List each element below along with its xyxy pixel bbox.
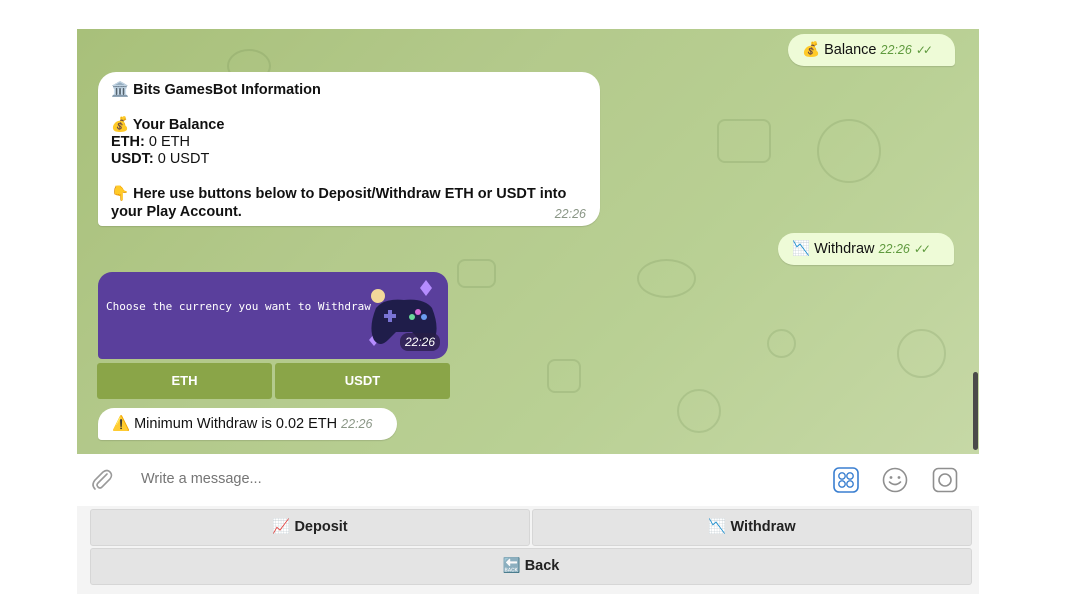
camera-record-icon[interactable] — [932, 467, 958, 493]
message-composer — [77, 454, 979, 506]
double-check-icon: ✓✓ — [913, 242, 931, 256]
back-label: Back — [524, 558, 560, 574]
outgoing-message-balance: 💰 Balance 22:26 ✓✓ — [788, 34, 955, 66]
doodle-pattern — [637, 259, 696, 298]
hint-text-line1: Here use buttons below to Deposit/Withdr… — [133, 186, 567, 202]
back-arrow-icon: 🔙 — [502, 558, 521, 574]
hint-text-line2: your Play Account. — [111, 204, 242, 220]
doodle-pattern — [767, 329, 796, 358]
eth-label: ETH: — [111, 134, 145, 150]
bot-keyboard-icon[interactable] — [833, 467, 859, 493]
deposit-button[interactable]: 📈 Deposit — [90, 509, 530, 546]
usdt-value: 0 USDT — [157, 151, 210, 167]
balance-heading: Your Balance — [132, 117, 225, 133]
bot-info-message: 🏛️ Bits GamesBot Information 💰 Your Bala… — [98, 72, 600, 226]
chart-up-icon: 📈 — [272, 519, 291, 535]
moneybag-icon: 💰 — [802, 42, 821, 58]
doodle-pattern — [677, 389, 721, 433]
currency-choice-card: Choose the currency you want to Withdraw… — [98, 272, 448, 359]
withdraw-button[interactable]: 📉 Withdraw — [532, 509, 972, 546]
card-caption: Choose the currency you want to Withdraw — [106, 300, 371, 313]
doodle-pattern — [457, 259, 496, 288]
doodle-pattern — [547, 359, 581, 393]
back-button[interactable]: 🔙 Back — [90, 548, 972, 585]
message-text: Minimum Withdraw is 0.02 ETH — [134, 416, 338, 432]
inline-button-usdt[interactable]: USDT — [275, 363, 450, 399]
usdt-label: USDT: — [111, 151, 154, 167]
message-time: 22:26 — [878, 242, 910, 256]
doodle-pattern — [817, 119, 881, 183]
warning-icon: ⚠️ — [112, 416, 131, 432]
doodle-pattern — [717, 119, 771, 163]
telegram-chat-window: 💰 Balance 22:26 ✓✓ 🏛️ Bits GamesBot Infor… — [77, 29, 979, 594]
inline-button-eth[interactable]: ETH — [97, 363, 272, 399]
moneybag-icon: 💰 — [111, 117, 130, 133]
double-check-icon: ✓✓ — [915, 43, 933, 57]
deposit-label: Deposit — [294, 519, 348, 535]
chart-down-icon: 📉 — [792, 241, 811, 257]
message-text: Withdraw — [814, 241, 875, 257]
chat-scrollbar[interactable] — [973, 372, 978, 450]
doodle-pattern — [897, 329, 946, 378]
emoji-smile-icon[interactable] — [882, 467, 908, 493]
message-input[interactable] — [141, 471, 741, 487]
attach-paperclip-icon[interactable] — [89, 467, 115, 493]
withdraw-label: Withdraw — [730, 519, 796, 535]
message-time: 22:26 — [880, 43, 912, 57]
chat-area[interactable]: 💰 Balance 22:26 ✓✓ 🏛️ Bits GamesBot Infor… — [77, 29, 979, 454]
pointing-down-icon: 👇 — [111, 186, 130, 202]
message-time: 22:26 — [341, 417, 373, 431]
chart-down-icon: 📉 — [708, 519, 727, 535]
message-time: 22:26 — [554, 207, 586, 221]
message-time: 22:26 — [399, 333, 440, 351]
eth-value: 0 ETH — [148, 134, 190, 150]
bank-icon: 🏛️ — [111, 82, 130, 98]
message-text: Balance — [824, 42, 877, 58]
minimum-withdraw-message: ⚠️ Minimum Withdraw is 0.02 ETH 22:26 — [98, 408, 397, 440]
info-title: Bits GamesBot Information — [133, 82, 321, 98]
reply-keyboard: 📈 Deposit 📉 Withdraw 🔙 Back — [77, 506, 979, 594]
outgoing-message-withdraw: 📉 Withdraw 22:26 ✓✓ — [778, 233, 954, 265]
